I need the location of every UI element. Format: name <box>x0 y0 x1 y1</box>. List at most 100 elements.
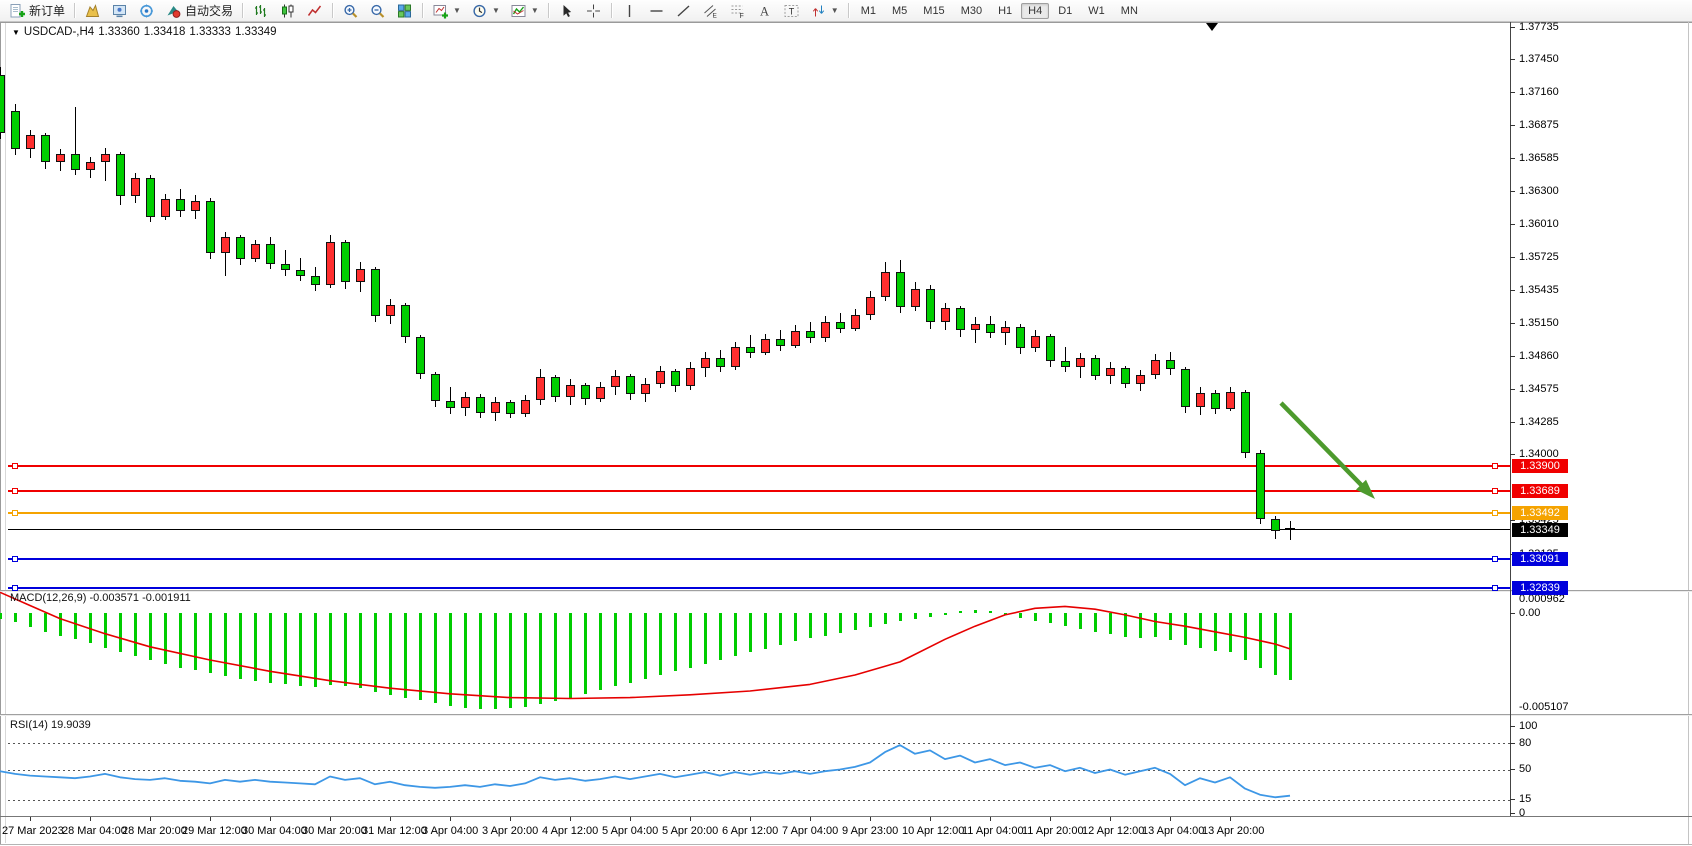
price-line-handle[interactable] <box>12 488 18 494</box>
price-line-1.33091[interactable] <box>8 558 1510 560</box>
price-line-handle[interactable] <box>1492 585 1498 591</box>
candlestick-button[interactable] <box>275 0 300 22</box>
market-watch-button[interactable] <box>80 0 105 22</box>
price-line-handle[interactable] <box>1492 556 1498 562</box>
macd-histogram-bar <box>1094 613 1097 632</box>
timeframe-button-m30[interactable]: M30 <box>954 3 989 19</box>
channel-button[interactable]: E <box>698 0 723 22</box>
indicators-button[interactable]: ▼ <box>506 0 543 22</box>
profiles-button[interactable]: ▼ <box>467 0 504 22</box>
candle <box>806 331 815 338</box>
candle <box>506 402 515 413</box>
window-frame-line <box>0 22 1692 23</box>
price-line-handle[interactable] <box>1492 488 1498 494</box>
price-line-1.33492[interactable] <box>8 512 1510 514</box>
fibonacci-icon: F <box>729 3 746 19</box>
macd-histogram-bar <box>824 613 827 636</box>
price-line-handle[interactable] <box>1492 463 1498 469</box>
timeframe-button-m15[interactable]: M15 <box>916 3 951 19</box>
chevron-down-icon[interactable]: ▼ <box>831 6 839 15</box>
candle <box>416 337 425 374</box>
candle <box>491 402 500 412</box>
candle <box>866 297 875 315</box>
price-line-1.33689[interactable] <box>8 490 1510 492</box>
tile-windows-button[interactable] <box>392 0 417 22</box>
price-line-handle[interactable] <box>12 510 18 516</box>
timeframe-button-h1[interactable]: H1 <box>991 3 1019 19</box>
candle <box>941 308 950 322</box>
chevron-down-icon[interactable]: ▼ <box>492 6 500 15</box>
price-tick-label: 1.36010 <box>1519 218 1559 230</box>
price-tick <box>1510 92 1515 93</box>
candle <box>356 269 365 282</box>
price-line-1.32839[interactable] <box>8 587 1510 589</box>
date-label: 28 Mar 04:00 <box>62 825 127 837</box>
line-chart-icon <box>306 3 323 19</box>
macd-histogram-bar <box>674 613 677 671</box>
price-line-handle[interactable] <box>12 585 18 591</box>
fibonacci-button[interactable]: F <box>725 0 750 22</box>
price-line-handle[interactable] <box>12 463 18 469</box>
macd-histogram-bar <box>1274 613 1277 675</box>
text-label-button[interactable]: T <box>779 0 804 22</box>
macd-histogram-bar <box>449 613 452 706</box>
zoom-in-button[interactable] <box>338 0 363 22</box>
trendline-button[interactable] <box>671 0 696 22</box>
cursor-button[interactable] <box>554 0 579 22</box>
price-line-handle[interactable] <box>12 556 18 562</box>
candle <box>776 339 785 346</box>
candle <box>986 324 995 333</box>
chevron-down-icon[interactable]: ▼ <box>453 6 461 15</box>
macd-histogram-bar <box>944 613 947 615</box>
candle <box>56 154 65 162</box>
candle <box>11 111 20 149</box>
navigator-button[interactable] <box>107 0 132 22</box>
candle <box>176 199 185 210</box>
price-line-handle[interactable] <box>1492 510 1498 516</box>
candle <box>1031 336 1040 349</box>
toolbar-separator <box>848 3 849 18</box>
line-chart-button[interactable] <box>302 0 327 22</box>
macd-histogram-bar <box>809 613 812 638</box>
trendline-icon <box>675 3 692 19</box>
macd-histogram-bar <box>539 613 542 704</box>
new-chart-button[interactable]: ▼ <box>428 0 465 22</box>
macd-histogram-bar <box>629 613 632 683</box>
timeframe-button-w1[interactable]: W1 <box>1081 3 1112 19</box>
horizontal-line-button[interactable] <box>644 0 669 22</box>
terminal-button[interactable] <box>134 0 159 22</box>
timeframe-button-h4[interactable]: H4 <box>1021 3 1049 19</box>
candle <box>896 272 905 308</box>
toolbar-separator <box>422 3 423 18</box>
candle <box>1151 360 1160 375</box>
macd-histogram-bar <box>419 613 422 700</box>
timeframe-button-d1[interactable]: D1 <box>1051 3 1079 19</box>
new-order-button[interactable]: 新订单 <box>5 0 69 22</box>
symbol-dropdown-icon[interactable]: ▼ <box>12 28 20 37</box>
macd-histogram-bar <box>494 613 497 709</box>
candle <box>926 289 935 322</box>
chart-shift-icon[interactable] <box>1206 23 1218 31</box>
date-label: 4 Apr 12:00 <box>542 825 598 837</box>
candle <box>641 384 650 394</box>
vertical-line-button[interactable] <box>617 0 642 22</box>
price-line-badge: 1.33492 <box>1512 506 1568 520</box>
candle <box>1046 336 1055 361</box>
bar-chart-button[interactable] <box>248 0 273 22</box>
autotrade-button[interactable]: 自动交易 <box>161 0 237 22</box>
price-tick <box>1510 257 1515 258</box>
timeframe-button-mn[interactable]: MN <box>1114 3 1145 19</box>
text-button[interactable]: A <box>752 0 777 22</box>
price-line-1.33900[interactable] <box>8 465 1510 467</box>
candle <box>71 154 80 170</box>
timeframe-button-m1[interactable]: M1 <box>854 3 883 19</box>
crosshair-button[interactable] <box>581 0 606 22</box>
chevron-down-icon[interactable]: ▼ <box>531 6 539 15</box>
date-tick <box>510 817 511 821</box>
ohlc-high: 1.33418 <box>144 26 186 38</box>
arrows-button[interactable]: ▼ <box>806 0 843 22</box>
timeframe-button-m5[interactable]: M5 <box>885 3 914 19</box>
candle <box>311 276 320 285</box>
zoom-out-button[interactable] <box>365 0 390 22</box>
date-tick <box>990 817 991 821</box>
